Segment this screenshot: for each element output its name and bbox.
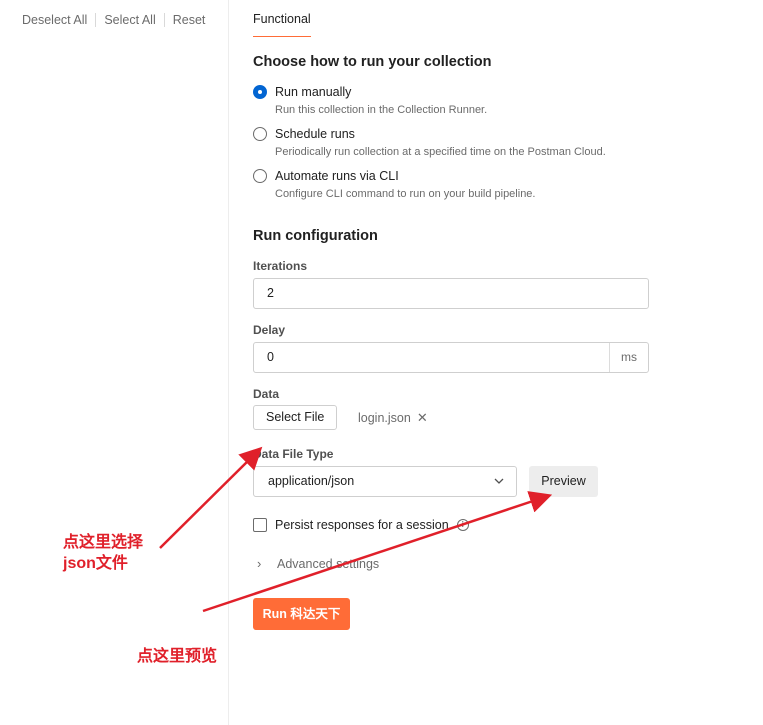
- preview-button[interactable]: Preview: [529, 466, 598, 497]
- advanced-settings-label: Advanced settings: [277, 556, 380, 571]
- annotation-select-json: 点这里选择 json文件: [63, 532, 143, 574]
- iterations-input[interactable]: 2: [253, 278, 649, 309]
- chevron-down-icon: [494, 478, 504, 484]
- persist-label: Persist responses for a session: [275, 518, 449, 532]
- persist-checkbox[interactable]: [253, 518, 267, 532]
- delay-label: Delay: [253, 323, 286, 337]
- delay-unit: ms: [609, 343, 648, 372]
- radio-description: Periodically run collection at a specifi…: [275, 146, 606, 158]
- select-value: application/json: [268, 474, 355, 488]
- selected-file: login.json ✕: [358, 410, 428, 426]
- iterations-label: Iterations: [253, 259, 308, 273]
- run-configuration-heading: Run configuration: [253, 228, 378, 244]
- selection-toolbar: Deselect All Select All Reset: [14, 12, 213, 28]
- data-file-type-select[interactable]: application/json: [253, 466, 517, 497]
- deselect-all-button[interactable]: Deselect All: [14, 12, 95, 28]
- annotation-line: json文件: [63, 555, 128, 572]
- select-file-button[interactable]: Select File: [253, 405, 338, 430]
- delay-input[interactable]: 0 ms: [253, 342, 649, 373]
- radio-description: Configure CLI command to run on your bui…: [275, 188, 536, 200]
- radio-automate-cli[interactable]: Automate runs via CLI Configure CLI comm…: [253, 168, 535, 201]
- annotation-line: 点这里选择: [63, 534, 144, 551]
- radio-button-checked[interactable]: [253, 85, 267, 99]
- radio-button[interactable]: [253, 127, 267, 141]
- data-label: Data: [253, 387, 280, 401]
- info-icon[interactable]: i: [456, 519, 469, 531]
- annotation-preview: 点这里预览: [137, 648, 218, 665]
- run-button[interactable]: Run 科达天下: [253, 598, 350, 630]
- run-settings-panel: Functional Choose how to run your collec…: [229, 0, 763, 725]
- tab-functional[interactable]: Functional: [253, 12, 311, 37]
- radio-description: Run this collection in the Collection Ru…: [275, 104, 488, 116]
- remove-file-icon[interactable]: ✕: [417, 410, 428, 426]
- radio-run-manually[interactable]: Run manually Run this collection in the …: [253, 84, 487, 117]
- data-file-type-label: Data File Type: [253, 447, 334, 461]
- reset-button[interactable]: Reset: [165, 12, 214, 28]
- advanced-settings-toggle[interactable]: › Advanced settings: [257, 556, 379, 571]
- select-all-button[interactable]: Select All: [96, 12, 163, 28]
- radio-label: Schedule runs: [275, 127, 355, 141]
- persist-responses-option[interactable]: Persist responses for a session i: [253, 518, 469, 532]
- left-pane: Deselect All Select All Reset: [0, 0, 229, 725]
- run-mode-heading: Choose how to run your collection: [253, 54, 492, 70]
- radio-schedule-runs[interactable]: Schedule runs Periodically run collectio…: [253, 126, 606, 159]
- delay-value: 0: [267, 350, 274, 364]
- radio-label: Automate runs via CLI: [275, 169, 399, 183]
- file-name: login.json: [358, 411, 411, 425]
- radio-label: Run manually: [275, 85, 352, 99]
- radio-button[interactable]: [253, 169, 267, 183]
- chevron-right-icon: ›: [257, 556, 262, 571]
